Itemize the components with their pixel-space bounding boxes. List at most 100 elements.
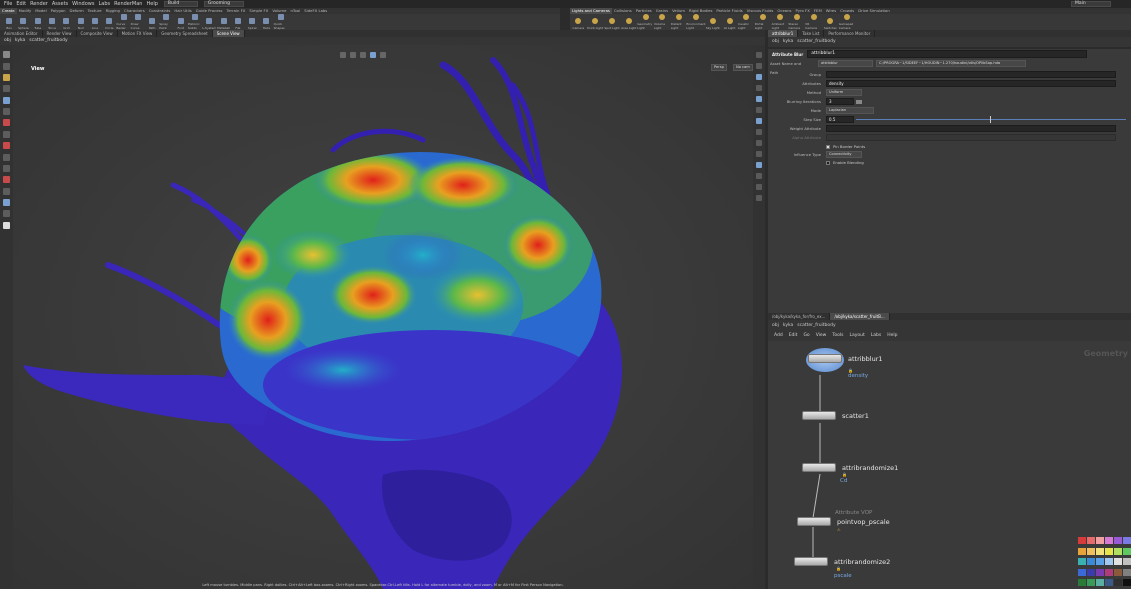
step-size-slider-handle[interactable] [990,116,991,123]
handle-icon[interactable] [3,96,10,104]
path-scatter-fruitbody[interactable]: scatter_fruitbody [797,37,835,47]
switcher-tool[interactable]: Switcher [822,14,839,30]
node-pointvop-pscale[interactable]: Attribute VOP pointvop_pscale ⚠ [797,510,890,532]
area-light-tool[interactable]: Area Light [620,14,637,30]
path-kyka[interactable]: kyka [15,37,25,45]
l-system-tool[interactable]: L-System [202,14,216,30]
spray-paint-tool[interactable]: Spray Paint [159,14,173,30]
path-kyka[interactable]: kyka [783,37,793,47]
template-icon[interactable] [756,106,762,113]
lighting-icon[interactable] [380,52,386,58]
shading-icon[interactable] [350,52,356,58]
palette-swatch[interactable] [1123,558,1131,566]
quick-shapes-tool[interactable]: Quick Shapes [274,14,288,30]
step-size-field[interactable]: 0.5 [826,116,854,123]
scale-icon[interactable] [3,176,10,184]
breakpoint-icon[interactable] [756,183,762,190]
palette-swatch[interactable] [1123,547,1131,555]
path-scatter-fruitbody[interactable]: scatter_fruitbody [797,320,835,331]
network-canvas[interactable]: Geometry attribblur1 🔒 density scatter1 … [768,341,1131,589]
weight-attribute-field[interactable] [826,125,1116,132]
tab-parameters[interactable]: attribblur1 [768,30,799,37]
palette-swatch[interactable] [1105,579,1113,587]
node-scatter1[interactable]: scatter1 [802,411,869,420]
point-snap-icon[interactable] [3,164,10,172]
point-light-tool[interactable]: Point Light [587,14,604,30]
light-view-icon[interactable] [3,210,10,218]
attributes-field[interactable]: density [826,80,1116,87]
tab-performance-monitor[interactable]: Performance Monitor [824,30,876,37]
node-attribrandomize1[interactable]: attribrandomize1 🔒 Cd [802,463,898,484]
net-menu-add[interactable]: Add [774,331,783,341]
main-desktop-dropdown[interactable]: Main [1071,1,1111,7]
palette-swatch[interactable] [1105,547,1113,555]
iterations-field[interactable]: 3 [826,98,854,105]
path-kyka[interactable]: kyka [783,320,793,331]
scene-viewport[interactable] [13,45,753,589]
points-icon[interactable] [756,117,762,124]
tube-tool[interactable]: Tube [31,14,45,30]
wireframe-icon[interactable] [360,52,366,58]
net-menu-edit[interactable]: Edit [789,331,798,341]
menu-renderman[interactable]: RenderMan [114,0,142,8]
uv-icon[interactable] [756,139,762,146]
method-menu[interactable]: Uniform [826,89,862,96]
brush-icon[interactable] [3,73,10,81]
smooth-shaded-icon[interactable] [370,52,376,58]
box-tool[interactable]: Box [2,14,16,30]
grid-tool[interactable]: Grid [59,14,73,30]
enable-blending-checkbox[interactable] [826,160,830,165]
palette-swatch[interactable] [1078,568,1086,576]
pin-border-checkbox[interactable] [826,144,830,149]
menu-render[interactable]: Render [30,0,48,8]
path-scatter-fruitbody[interactable]: scatter_fruitbody [29,37,67,45]
ghost-icon[interactable] [756,73,762,80]
iterations-slider-handle[interactable] [856,100,862,104]
palette-swatch[interactable] [1096,558,1104,566]
pose-icon[interactable] [3,108,10,116]
edge-icon[interactable] [756,172,762,179]
node-attribblur1[interactable]: attribblur1 🔒 density [806,348,883,379]
path-tool[interactable]: Path [145,14,159,30]
path-obj[interactable]: obj [772,320,779,331]
circle-tool[interactable]: Circle [102,14,116,30]
menu-assets[interactable]: Assets [52,0,68,8]
snap-icon[interactable] [3,130,10,138]
net-menu-go[interactable]: Go [803,331,809,341]
palette-swatch[interactable] [1087,579,1095,587]
node-attribrandomize2[interactable]: attribrandomize2 🔒 pscale [794,557,890,579]
palette-swatch[interactable] [1087,558,1095,566]
rotate-icon[interactable] [3,187,10,195]
tab-scene-view[interactable]: Scene View [212,30,245,37]
palette-swatch[interactable] [1078,579,1086,587]
asset-path-menu[interactable]: C:/PROGRA~1/SIDEEF~1/HOUDIN~1.270/houdin… [876,60,1026,67]
display-icon[interactable] [756,84,762,91]
group-icon[interactable] [756,194,762,201]
palette-swatch[interactable] [1123,568,1131,576]
menu-windows[interactable]: Windows [72,0,94,8]
frame-icon[interactable] [756,62,762,69]
lock-camera-icon[interactable] [756,95,762,102]
camera-select-menu[interactable]: No cam [733,64,753,71]
palette-swatch[interactable] [1087,547,1095,555]
palette-swatch[interactable] [1114,579,1122,587]
palette-swatch[interactable] [1123,537,1131,544]
tab-motion-fx-view[interactable]: Motion FX View [118,30,158,37]
move-icon[interactable] [3,62,10,70]
palette-swatch[interactable] [1114,537,1122,544]
net-menu-labs[interactable]: Labs [871,331,881,341]
geometry-light-tool[interactable]: Geometry Light [637,14,654,30]
palette-swatch[interactable] [1114,568,1122,576]
palette-swatch[interactable] [1114,547,1122,555]
menu-labs[interactable]: Labs [98,0,110,8]
distant-light-tool[interactable]: Distant Light [671,14,688,30]
tab-geometry-spreadsheet[interactable]: Geometry Spreadsheet [157,30,213,37]
draw-curve-tool[interactable]: Draw Curve [131,14,145,30]
palette-swatch[interactable] [1105,568,1113,576]
palette-swatch[interactable] [1096,579,1104,587]
file-tool[interactable]: File [231,14,245,30]
palette-swatch[interactable] [1078,547,1086,555]
palette-swatch[interactable] [1096,537,1104,544]
path-obj[interactable]: obj [4,37,11,45]
select-icon[interactable] [3,51,10,59]
